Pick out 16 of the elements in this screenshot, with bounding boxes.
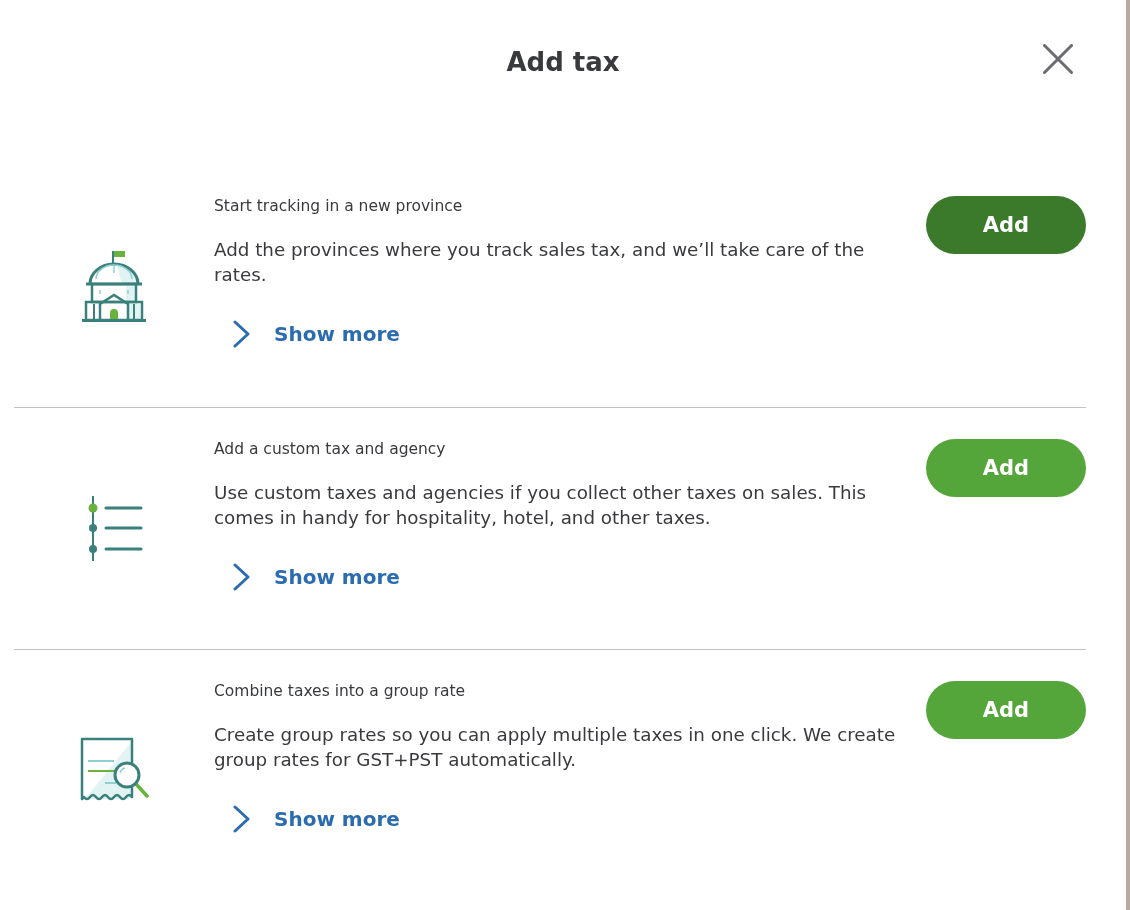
close-icon	[1043, 44, 1073, 74]
option-heading: Combine taxes into a group rate	[214, 681, 467, 701]
show-more-link[interactable]: Show more	[233, 804, 400, 834]
building-icon	[82, 250, 146, 322]
option-heading: Add a custom tax and agency	[214, 439, 447, 459]
option-description: Add the provinces where you track sales tax, and we’ll take care of the rates.	[214, 238, 866, 287]
add-button[interactable]: Add	[926, 681, 1086, 739]
add-button[interactable]: Add	[926, 439, 1086, 497]
show-more-link[interactable]: Show more	[233, 562, 400, 592]
add-button[interactable]: Add	[926, 196, 1086, 254]
close-button[interactable]	[1043, 44, 1073, 74]
option-description: Create group rates so you can apply multiple taxes in one click. We create group rates for GST+PST automatically.	[214, 723, 897, 772]
show-more-link[interactable]: Show more	[233, 319, 400, 349]
dialog-title: Add tax	[506, 46, 620, 79]
option-heading: Start tracking in a new province	[214, 196, 464, 216]
option-description: Use custom taxes and agencies if you collect other taxes on sales. This comes in handy for hospitality, hotel, and other taxes.	[214, 481, 868, 530]
